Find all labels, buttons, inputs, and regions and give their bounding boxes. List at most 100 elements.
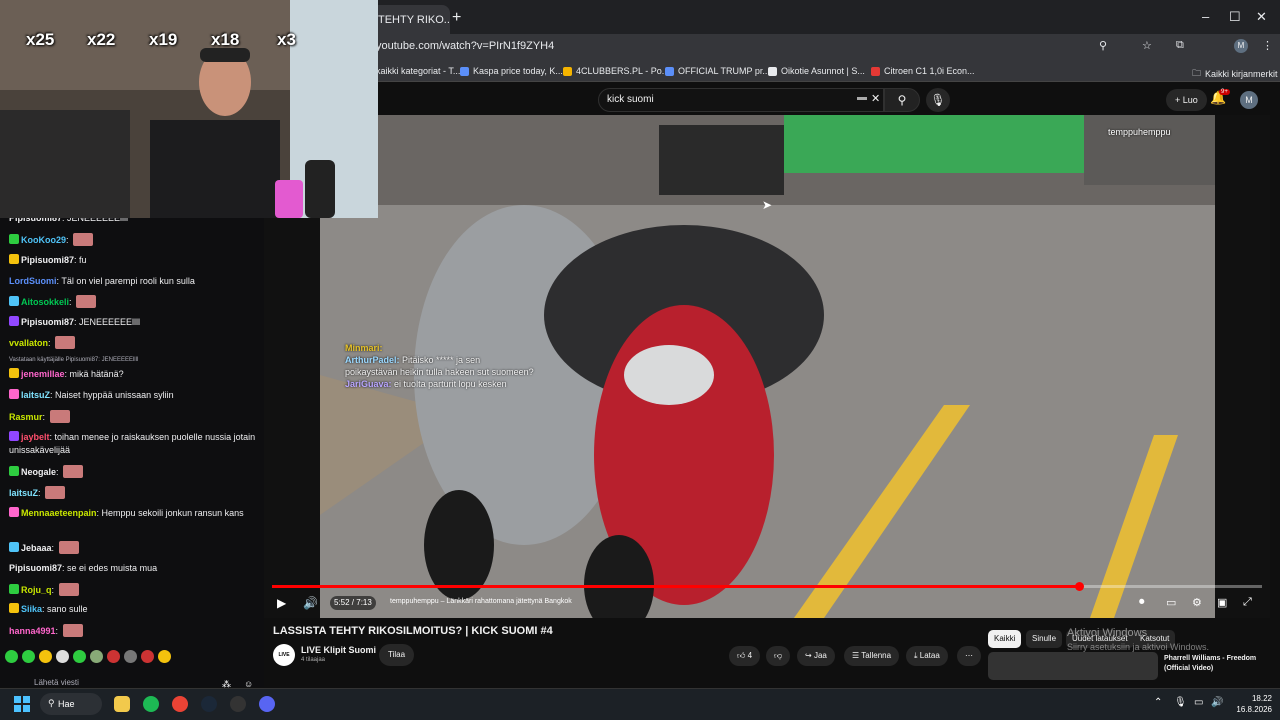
volume-icon[interactable]: 🔊 [303, 596, 318, 610]
volume-icon[interactable]: 🔊 [1211, 697, 1223, 708]
chip-for-you[interactable]: Sinulle [1026, 630, 1063, 648]
chat-username[interactable]: Siika [21, 604, 42, 614]
channel-name[interactable]: LIVE Klipit Suomi [301, 645, 376, 655]
spotify-icon[interactable] [143, 696, 159, 712]
chrome-icon[interactable] [172, 696, 188, 712]
like-button[interactable]: 👍︎ 4 [729, 646, 761, 666]
extensions-icon[interactable]: ⧉ [1176, 39, 1184, 52]
chat-username[interactable]: KooKoo29 [21, 235, 66, 245]
windows-taskbar [0, 688, 1280, 720]
gift-multiplier: x25 [26, 30, 55, 49]
microphone-icon[interactable]: 🎙 [1174, 697, 1187, 708]
chip-all[interactable]: Kaikki [988, 630, 1022, 648]
emote-icon [90, 650, 103, 663]
chat-username[interactable]: laitsuZ [9, 488, 38, 498]
chat-username[interactable]: Roju_q [21, 585, 52, 595]
taskbar-clock[interactable]: 18.22 16.8.2026 [1232, 693, 1272, 715]
file-explorer-icon[interactable] [114, 696, 130, 712]
save-button[interactable]: ☰ Tallenna [844, 646, 900, 666]
profile-avatar[interactable]: M [1234, 39, 1248, 53]
search-input[interactable]: kick suomi [598, 88, 884, 112]
chapter-title[interactable]: temppuhemppu – Länkkäri rahattomana jäte… [390, 598, 572, 605]
keyboard-icon[interactable]: ▬ [857, 92, 867, 103]
bookmark-item[interactable]: kaikki kategoriat - T... [376, 66, 460, 76]
browser-tab[interactable]: TEHTY RIKO... 🔊 ✕ [370, 5, 450, 34]
zoom-icon[interactable]: ⚲ [1099, 39, 1107, 52]
recommended-thumbnail[interactable] [988, 652, 1158, 680]
gift-multiplier: x3 [277, 30, 296, 49]
chat-username[interactable]: Rasmur [9, 412, 43, 422]
dislike-button[interactable]: 👎︎ [766, 646, 791, 666]
url-field[interactable]: youtube.com/watch?v=PIrN1f9ZYH4 [376, 40, 554, 52]
settings-gear-icon[interactable]: ⚙ [1192, 596, 1202, 609]
chat-username[interactable]: Jebaaa [21, 543, 52, 553]
chat-badge-icon [9, 296, 19, 306]
fullscreen-icon[interactable]: ⤢ [1243, 596, 1252, 609]
theater-mode-icon[interactable]: ▣ [1217, 596, 1227, 609]
bookmark-favicon-icon [665, 66, 674, 76]
download-button[interactable]: ⤓ Lataa [906, 646, 948, 666]
chat-username[interactable]: Neogale [21, 467, 56, 477]
emote-row [5, 650, 255, 666]
account-avatar[interactable]: M [1240, 91, 1258, 109]
chat-text: sano sulle [47, 604, 88, 614]
chat-username[interactable]: laitsuZ [21, 390, 50, 400]
more-actions-button[interactable]: ⋯ [957, 646, 981, 666]
chat-username[interactable]: Pipisuomi87 [9, 563, 62, 573]
bookmark-item[interactable]: Oikotie Asunnot | S... [768, 66, 865, 76]
chat-username[interactable]: LordSuomi [9, 276, 57, 286]
windows-start-icon[interactable] [14, 696, 30, 712]
close-window-button[interactable]: ✕ [1256, 9, 1267, 25]
browser-menu-icon[interactable]: ⋮ [1262, 39, 1273, 52]
search-icon: ⚲ [897, 93, 907, 107]
subscribe-button[interactable]: Tilaa [379, 644, 415, 666]
minimize-button[interactable]: – [1202, 9, 1209, 24]
chat-message: hanna4991: [9, 624, 259, 638]
chat-message: Rasmur: [9, 410, 259, 424]
webcam-overlay [0, 0, 378, 218]
chat-badge-icon [9, 368, 19, 378]
chat-username[interactable]: jaybelt [21, 432, 50, 442]
chat-badge-icon [9, 254, 19, 264]
subtitles-icon[interactable]: ▭ [1166, 596, 1176, 609]
bookmark-item[interactable]: Citroen C1 1,0i Econ... [871, 66, 975, 76]
bookmark-item[interactable]: OFFICIAL TRUMP pr... [665, 66, 770, 76]
voice-search-button[interactable]: 🎙 [926, 88, 950, 112]
overlay-username: JariGuava [345, 379, 389, 389]
chat-text: Hemppu sekoili jonkun ransun kans [101, 508, 244, 518]
chat-username[interactable]: vvallaton [9, 338, 48, 348]
play-icon[interactable]: ▶ [277, 596, 286, 610]
discord-icon[interactable] [259, 696, 275, 712]
tray-chevron-icon[interactable]: ⌃ [1154, 697, 1162, 708]
chat-username[interactable]: hanna4991 [9, 626, 56, 636]
chat-message: laitsuZ: Naiset hyppää unissaan syliin [9, 389, 259, 402]
chat-username[interactable]: Mennaaeteenpain [21, 508, 97, 518]
chat-username[interactable]: Pipisuomi87 [21, 317, 74, 327]
app-icon[interactable] [230, 696, 246, 712]
network-icon[interactable]: ▭ [1194, 697, 1203, 708]
emote-icon [49, 410, 70, 423]
bookmark-item[interactable]: Kaspa price today, K... [460, 66, 563, 76]
chat-badge-icon [9, 466, 19, 476]
new-tab-button[interactable]: + [452, 9, 461, 27]
progress-scrubber[interactable] [1074, 582, 1084, 591]
maximize-button[interactable]: ☐ [1229, 9, 1241, 25]
create-button[interactable]: + Luo [1166, 89, 1207, 111]
reply-context: Vastataan käyttäjälle Pipisuomi87: JENEE… [9, 357, 139, 363]
channel-avatar[interactable]: LIVE [273, 644, 295, 666]
chat-username[interactable]: jenemillae [21, 369, 65, 379]
recommended-title[interactable]: Pharrell Williams - Freedom (Official Vi… [1164, 654, 1274, 674]
chat-username[interactable]: Pipisuomi87 [21, 255, 74, 265]
clear-search-icon[interactable]: ✕ [871, 92, 880, 105]
share-icon: ↪ [805, 651, 814, 660]
search-button[interactable]: ⚲ [884, 88, 920, 112]
share-button[interactable]: ↪ Jaa [797, 646, 835, 666]
bookmark-star-icon[interactable]: ☆ [1142, 39, 1152, 52]
autoplay-toggle[interactable]: ⏺ [1139, 596, 1145, 609]
gift-multiplier: x22 [87, 30, 116, 49]
bookmark-item[interactable]: 4CLUBBERS.PL - Po... [563, 66, 669, 76]
all-bookmarks[interactable]: 🗀 Kaikki kirjanmerkit [1192, 66, 1278, 82]
time-display: 5:52 / 7:13 [330, 596, 376, 610]
steam-icon[interactable] [201, 696, 217, 712]
chat-username[interactable]: Aitosokkeli [21, 297, 69, 307]
